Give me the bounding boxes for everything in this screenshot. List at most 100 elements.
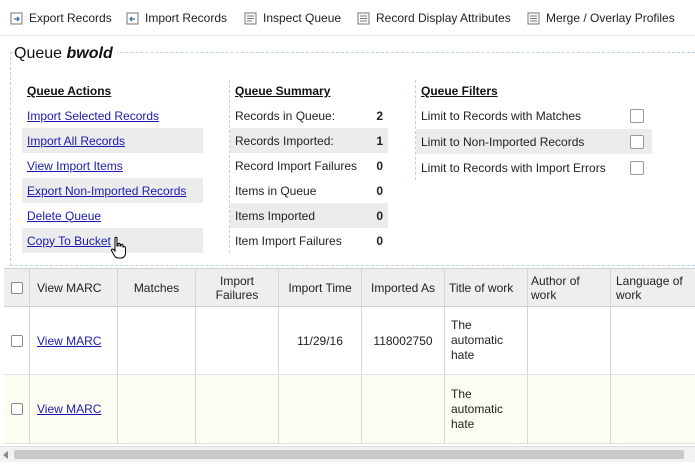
summary-label: Item Import Failures [235, 233, 342, 248]
summary-label: Items in Queue [235, 183, 317, 198]
column-header-import-time[interactable]: Import Time [279, 269, 362, 306]
filter-checkbox[interactable] [630, 134, 644, 149]
toolbar: Export Records Import Records Inspect Qu… [0, 0, 695, 36]
imported-as-cell: 118002750 [362, 307, 445, 374]
matches-cell [118, 375, 196, 443]
table-row: View MARC 11/29/16 118002750 The automat… [4, 307, 695, 375]
delete-queue-link[interactable]: Delete Queue [22, 203, 203, 228]
column-header-matches[interactable]: Matches [118, 269, 196, 306]
column-header-label: Language of work [616, 273, 683, 302]
summary-row: Record Import Failures 0 [230, 153, 388, 178]
grid-header: View MARC Matches Import Failures Import… [4, 268, 695, 307]
summary-row: Records in Queue: 2 [230, 103, 388, 128]
queue-actions-heading: Queue Actions [27, 84, 112, 98]
merge-overlay-profiles-button[interactable]: Merge / Overlay Profiles [527, 9, 675, 27]
summary-label: Record Import Failures [235, 158, 358, 173]
import-records-button[interactable]: Import Records [126, 9, 227, 27]
action-label[interactable]: Delete Queue [27, 209, 101, 223]
scroll-left-arrow-icon[interactable] [3, 451, 8, 459]
filter-checkbox[interactable] [630, 108, 644, 123]
column-header-label: Import Failures [215, 273, 259, 302]
action-label[interactable]: Import All Records [27, 134, 125, 148]
summary-value: 0 [376, 233, 383, 248]
summary-label: Records Imported: [235, 133, 334, 148]
import-time-cell: 11/29/16 [279, 307, 362, 374]
column-header-label: Import Time [288, 280, 352, 295]
queue-name: bwold [66, 45, 113, 62]
column-header-imported-as[interactable]: Imported As [362, 269, 445, 306]
merge-overlay-profiles-label: Merge / Overlay Profiles [546, 11, 675, 25]
filter-label: Limit to Records with Import Errors [421, 160, 606, 175]
attributes-icon [357, 12, 370, 25]
filter-non-imported-records: Limit to Non-Imported Records [416, 129, 652, 154]
column-header-title-of-work[interactable]: Title of work [445, 269, 528, 306]
title-value: The automatic hate [451, 386, 504, 431]
author-cell [528, 307, 611, 374]
table-row: View MARC The automatic hate [4, 375, 695, 444]
row-select-cell [4, 307, 30, 374]
author-cell [528, 375, 611, 443]
inspect-icon [244, 12, 257, 25]
column-header-author-of-work[interactable]: Author of work [528, 269, 611, 306]
summary-row: Item Import Failures 0 [230, 228, 388, 253]
row-checkbox[interactable] [10, 403, 23, 415]
export-records-label: Export Records [29, 11, 112, 25]
import-time-value: 11/29/16 [297, 333, 343, 348]
select-all-checkbox[interactable] [10, 281, 23, 294]
filter-label: Limit to Records with Matches [421, 108, 582, 123]
summary-label: Records in Queue: [235, 108, 336, 123]
export-icon [10, 12, 23, 25]
inspect-queue-button[interactable]: Inspect Queue [244, 9, 341, 27]
column-header-view-marc[interactable]: View MARC [30, 269, 118, 306]
view-marc-cell: View MARC [30, 307, 118, 374]
row-checkbox[interactable] [10, 334, 23, 347]
summary-row: Records Imported: 1 [230, 128, 388, 153]
action-label[interactable]: Export Non-Imported Records [27, 184, 186, 198]
queue-summary-heading: Queue Summary [235, 84, 331, 98]
import-failures-cell [196, 375, 279, 443]
column-header-label: Title of work [449, 280, 514, 295]
filter-records-with-matches: Limit to Records with Matches [416, 103, 652, 128]
scrollbar-thumb[interactable] [14, 450, 684, 459]
action-label[interactable]: View Import Items [27, 159, 123, 173]
import-records-label: Import Records [145, 11, 228, 25]
horizontal-scrollbar[interactable] [0, 446, 695, 462]
summary-label: Items Imported [235, 208, 316, 223]
title-cell: The automatic hate [445, 375, 528, 443]
matches-cell [118, 307, 196, 374]
language-cell [611, 307, 695, 374]
import-icon [126, 12, 139, 25]
column-header-label: Imported As [370, 280, 436, 295]
row-select-cell [4, 375, 30, 443]
import-failures-cell [196, 307, 279, 374]
imported-as-value: 118002750 [373, 333, 433, 348]
column-header-label: View MARC [37, 280, 102, 295]
column-header-language-of-work[interactable]: Language of work [611, 269, 695, 306]
select-all-cell [4, 269, 30, 306]
inspect-queue-label: Inspect Queue [263, 11, 342, 25]
action-label[interactable]: Import Selected Records [27, 109, 159, 123]
language-cell [611, 375, 695, 443]
view-marc-link[interactable]: View MARC [37, 334, 101, 348]
action-label[interactable]: Copy To Bucket [27, 234, 111, 248]
title-cell: The automatic hate [445, 307, 528, 374]
title-value: The automatic hate [451, 318, 504, 362]
view-import-items-link[interactable]: View Import Items [22, 153, 203, 178]
import-time-cell [279, 375, 362, 443]
imported-as-cell [362, 375, 445, 443]
record-display-attributes-label: Record Display Attributes [376, 11, 511, 25]
import-selected-records-link[interactable]: Import Selected Records [22, 103, 203, 128]
summary-row: Items Imported 0 [230, 203, 388, 228]
summary-row: Items in Queue 0 [230, 178, 388, 203]
column-header-import-failures[interactable]: Import Failures [196, 269, 279, 306]
filter-checkbox[interactable] [630, 160, 644, 175]
record-display-attributes-button[interactable]: Record Display Attributes [357, 9, 511, 27]
view-marc-link[interactable]: View MARC [37, 402, 101, 416]
column-header-label: Matches [133, 280, 180, 295]
hand-cursor-icon [110, 236, 126, 259]
export-records-button[interactable]: Export Records [10, 9, 112, 27]
column-header-label: Author of work [531, 273, 580, 302]
filter-records-with-import-errors: Limit to Records with Import Errors [416, 155, 652, 180]
import-all-records-link[interactable]: Import All Records [22, 128, 203, 153]
export-non-imported-records-link[interactable]: Export Non-Imported Records [22, 178, 203, 203]
